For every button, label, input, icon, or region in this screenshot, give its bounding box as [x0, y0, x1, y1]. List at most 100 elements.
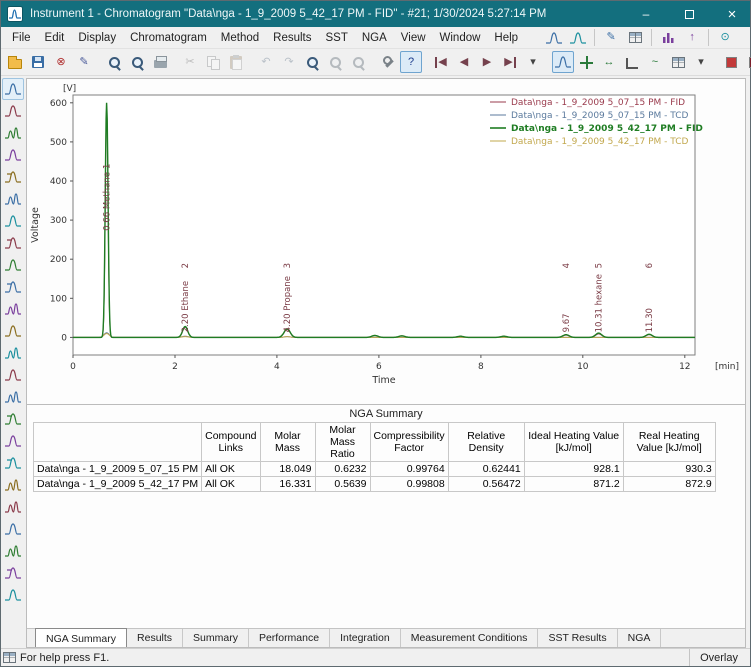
print-icon [153, 56, 167, 68]
color-multi-swatch[interactable] [743, 51, 751, 73]
table-columns-button[interactable] [667, 51, 689, 73]
menu-edit[interactable]: Edit [38, 29, 72, 47]
menu-results[interactable]: Results [266, 29, 318, 47]
last-chromatogram-icon: ▶ [504, 56, 516, 68]
up-arrow-icon[interactable]: ↑ [681, 27, 703, 49]
signal-button[interactable]: ~ [644, 51, 666, 73]
signal-tool-icon-6[interactable] [2, 188, 24, 210]
svg-text:12: 12 [679, 362, 690, 372]
minimize-button[interactable]: – [628, 1, 664, 27]
tab-performance[interactable]: Performance [249, 629, 331, 647]
print-preview-button[interactable] [126, 51, 148, 73]
svg-text:2: 2 [172, 362, 178, 372]
maximize-button[interactable] [671, 1, 707, 27]
signal-tool-icon-1[interactable] [2, 78, 24, 100]
save-chromatogram-button[interactable] [27, 51, 49, 73]
tab-sst-results[interactable]: SST Results [538, 629, 618, 647]
table-cell: 16.331 [259, 476, 316, 493]
tab-results[interactable]: Results [127, 629, 184, 647]
chart-window-icon[interactable] [543, 27, 565, 49]
main-area: 0 100 200 300 400 500 600 [V] Voltage 0 2 4 6 8 10 12 Ti… [1, 76, 750, 648]
signal-tool-icon-22[interactable] [2, 540, 24, 562]
menu-method[interactable]: Method [214, 29, 266, 47]
move-overlay-icon [579, 55, 593, 69]
clock-icon[interactable]: ⊙ [714, 27, 736, 49]
last-chromatogram-button[interactable]: ▶ [499, 51, 521, 73]
signal-tool-icon-4[interactable] [2, 144, 24, 166]
common-axes-button[interactable] [621, 51, 643, 73]
print-button[interactable] [149, 51, 171, 73]
menu-view[interactable]: View [394, 29, 433, 47]
signal-tool-icon-19[interactable] [2, 474, 24, 496]
signal-tool-icon-5[interactable] [2, 166, 24, 188]
y-axis: 0 100 200 300 400 500 600 [V] Voltage [30, 84, 76, 343]
signal-tool-icon-2[interactable] [2, 100, 24, 122]
column-chart-icon[interactable] [657, 27, 679, 49]
table-row[interactable]: Data\nga - 1_9_2009 5_07_15 PM All OK 18.0… [32, 461, 716, 478]
close-button[interactable]: × [714, 1, 750, 27]
signal-tool-icon-18[interactable] [2, 452, 24, 474]
signal-tool-icon-12[interactable] [2, 320, 24, 342]
close-chromatogram-icon: ⊗ [56, 55, 66, 68]
close-chromatogram-button[interactable]: ⊗ [50, 51, 72, 73]
previous-chromatogram-button[interactable]: ◀ [453, 51, 475, 73]
svg-text:0: 0 [70, 362, 76, 372]
legend-entry: Data\nga - 1_9_2009 5_07_15 PM - TCD [511, 111, 689, 121]
signal-tool-icon-16[interactable] [2, 408, 24, 430]
signal-tool-icon-11[interactable] [2, 298, 24, 320]
menu-file[interactable]: File [5, 29, 38, 47]
move-overlay-button[interactable] [575, 51, 597, 73]
signal-tool-icon-14[interactable] [2, 364, 24, 386]
peak-number: 3 [283, 263, 293, 268]
zoom-graph-button[interactable] [103, 51, 125, 73]
nga-summary-table-wrap: Compound Links Molar Mass Molar Mass Ratio… [27, 421, 745, 493]
signal-tool-icon-15[interactable] [2, 386, 24, 408]
menu-display[interactable]: Display [71, 29, 123, 47]
signal-tool-icon-24[interactable] [2, 584, 24, 606]
overlay-mode-toggle[interactable] [552, 51, 574, 73]
tab-nga-summary[interactable]: NGA Summary [35, 628, 128, 647]
signal-tool-icon-9[interactable] [2, 254, 24, 276]
chromatogram-panel[interactable]: 0 100 200 300 400 500 600 [V] Voltage 0 2 4 6 8 10 12 Ti… [26, 78, 746, 405]
nga-summary-table[interactable]: Compound Links Molar Mass Molar Mass Ratio… [32, 421, 716, 493]
signal-tool-icon-10[interactable] [2, 276, 24, 298]
signal-tool-icon-17[interactable] [2, 430, 24, 452]
help-button[interactable]: ? [400, 51, 422, 73]
chromatogram-list-dropdown[interactable]: ▾ [522, 51, 544, 73]
tab-summary[interactable]: Summary [183, 629, 249, 647]
signal-tool-icon-13[interactable] [2, 342, 24, 364]
menu-help[interactable]: Help [487, 29, 525, 47]
chart-pen-icon[interactable]: ✎ [600, 27, 622, 49]
table-cell: 0.5639 [314, 476, 371, 493]
next-chromatogram-button[interactable]: ▶ [476, 51, 498, 73]
signal-tool-icon-23[interactable] [2, 562, 24, 584]
zoom-in-button[interactable] [301, 51, 323, 73]
table-row[interactable]: Data\nga - 1_9_2009 5_42_17 PM All OK 16.3… [32, 476, 716, 493]
menu-nga[interactable]: NGA [355, 29, 394, 47]
properties-button[interactable] [377, 51, 399, 73]
tab-nga[interactable]: NGA [618, 629, 662, 647]
table-cell: 871.2 [523, 476, 624, 493]
menu-sst[interactable]: SST [319, 29, 355, 47]
signal-tool-icon-3[interactable] [2, 122, 24, 144]
menu-chromatogram[interactable]: Chromatogram [123, 29, 214, 47]
signal-tool-icon-7[interactable] [2, 210, 24, 232]
results-table-icon[interactable] [624, 27, 646, 49]
report-setup-button[interactable]: ✎ [73, 51, 95, 73]
tab-measurement-conditions[interactable]: Measurement Conditions [401, 629, 539, 647]
title-bar: Instrument 1 - Chromatogram "Data\nga - … [1, 1, 750, 27]
open-chromatogram-button[interactable] [4, 51, 26, 73]
menu-window[interactable]: Window [433, 29, 488, 47]
scale-overlay-button[interactable]: ↔ [598, 51, 620, 73]
copy-button [202, 51, 224, 73]
tab-integration[interactable]: Integration [330, 629, 401, 647]
chromatogram-plot[interactable]: 0100200300400500600[V]Voltage0 2 4 6 8 10 12Ti… [27, 79, 742, 401]
color-red-swatch[interactable] [720, 51, 742, 73]
minimize-icon: – [642, 7, 650, 21]
first-chromatogram-button[interactable]: ◀ [430, 51, 452, 73]
signal-tool-icon-8[interactable] [2, 232, 24, 254]
signal-tool-icon-20[interactable] [2, 496, 24, 518]
chart-monitor-icon[interactable] [567, 27, 589, 49]
table-columns-dropdown[interactable]: ▾ [690, 51, 712, 73]
signal-tool-icon-21[interactable] [2, 518, 24, 540]
